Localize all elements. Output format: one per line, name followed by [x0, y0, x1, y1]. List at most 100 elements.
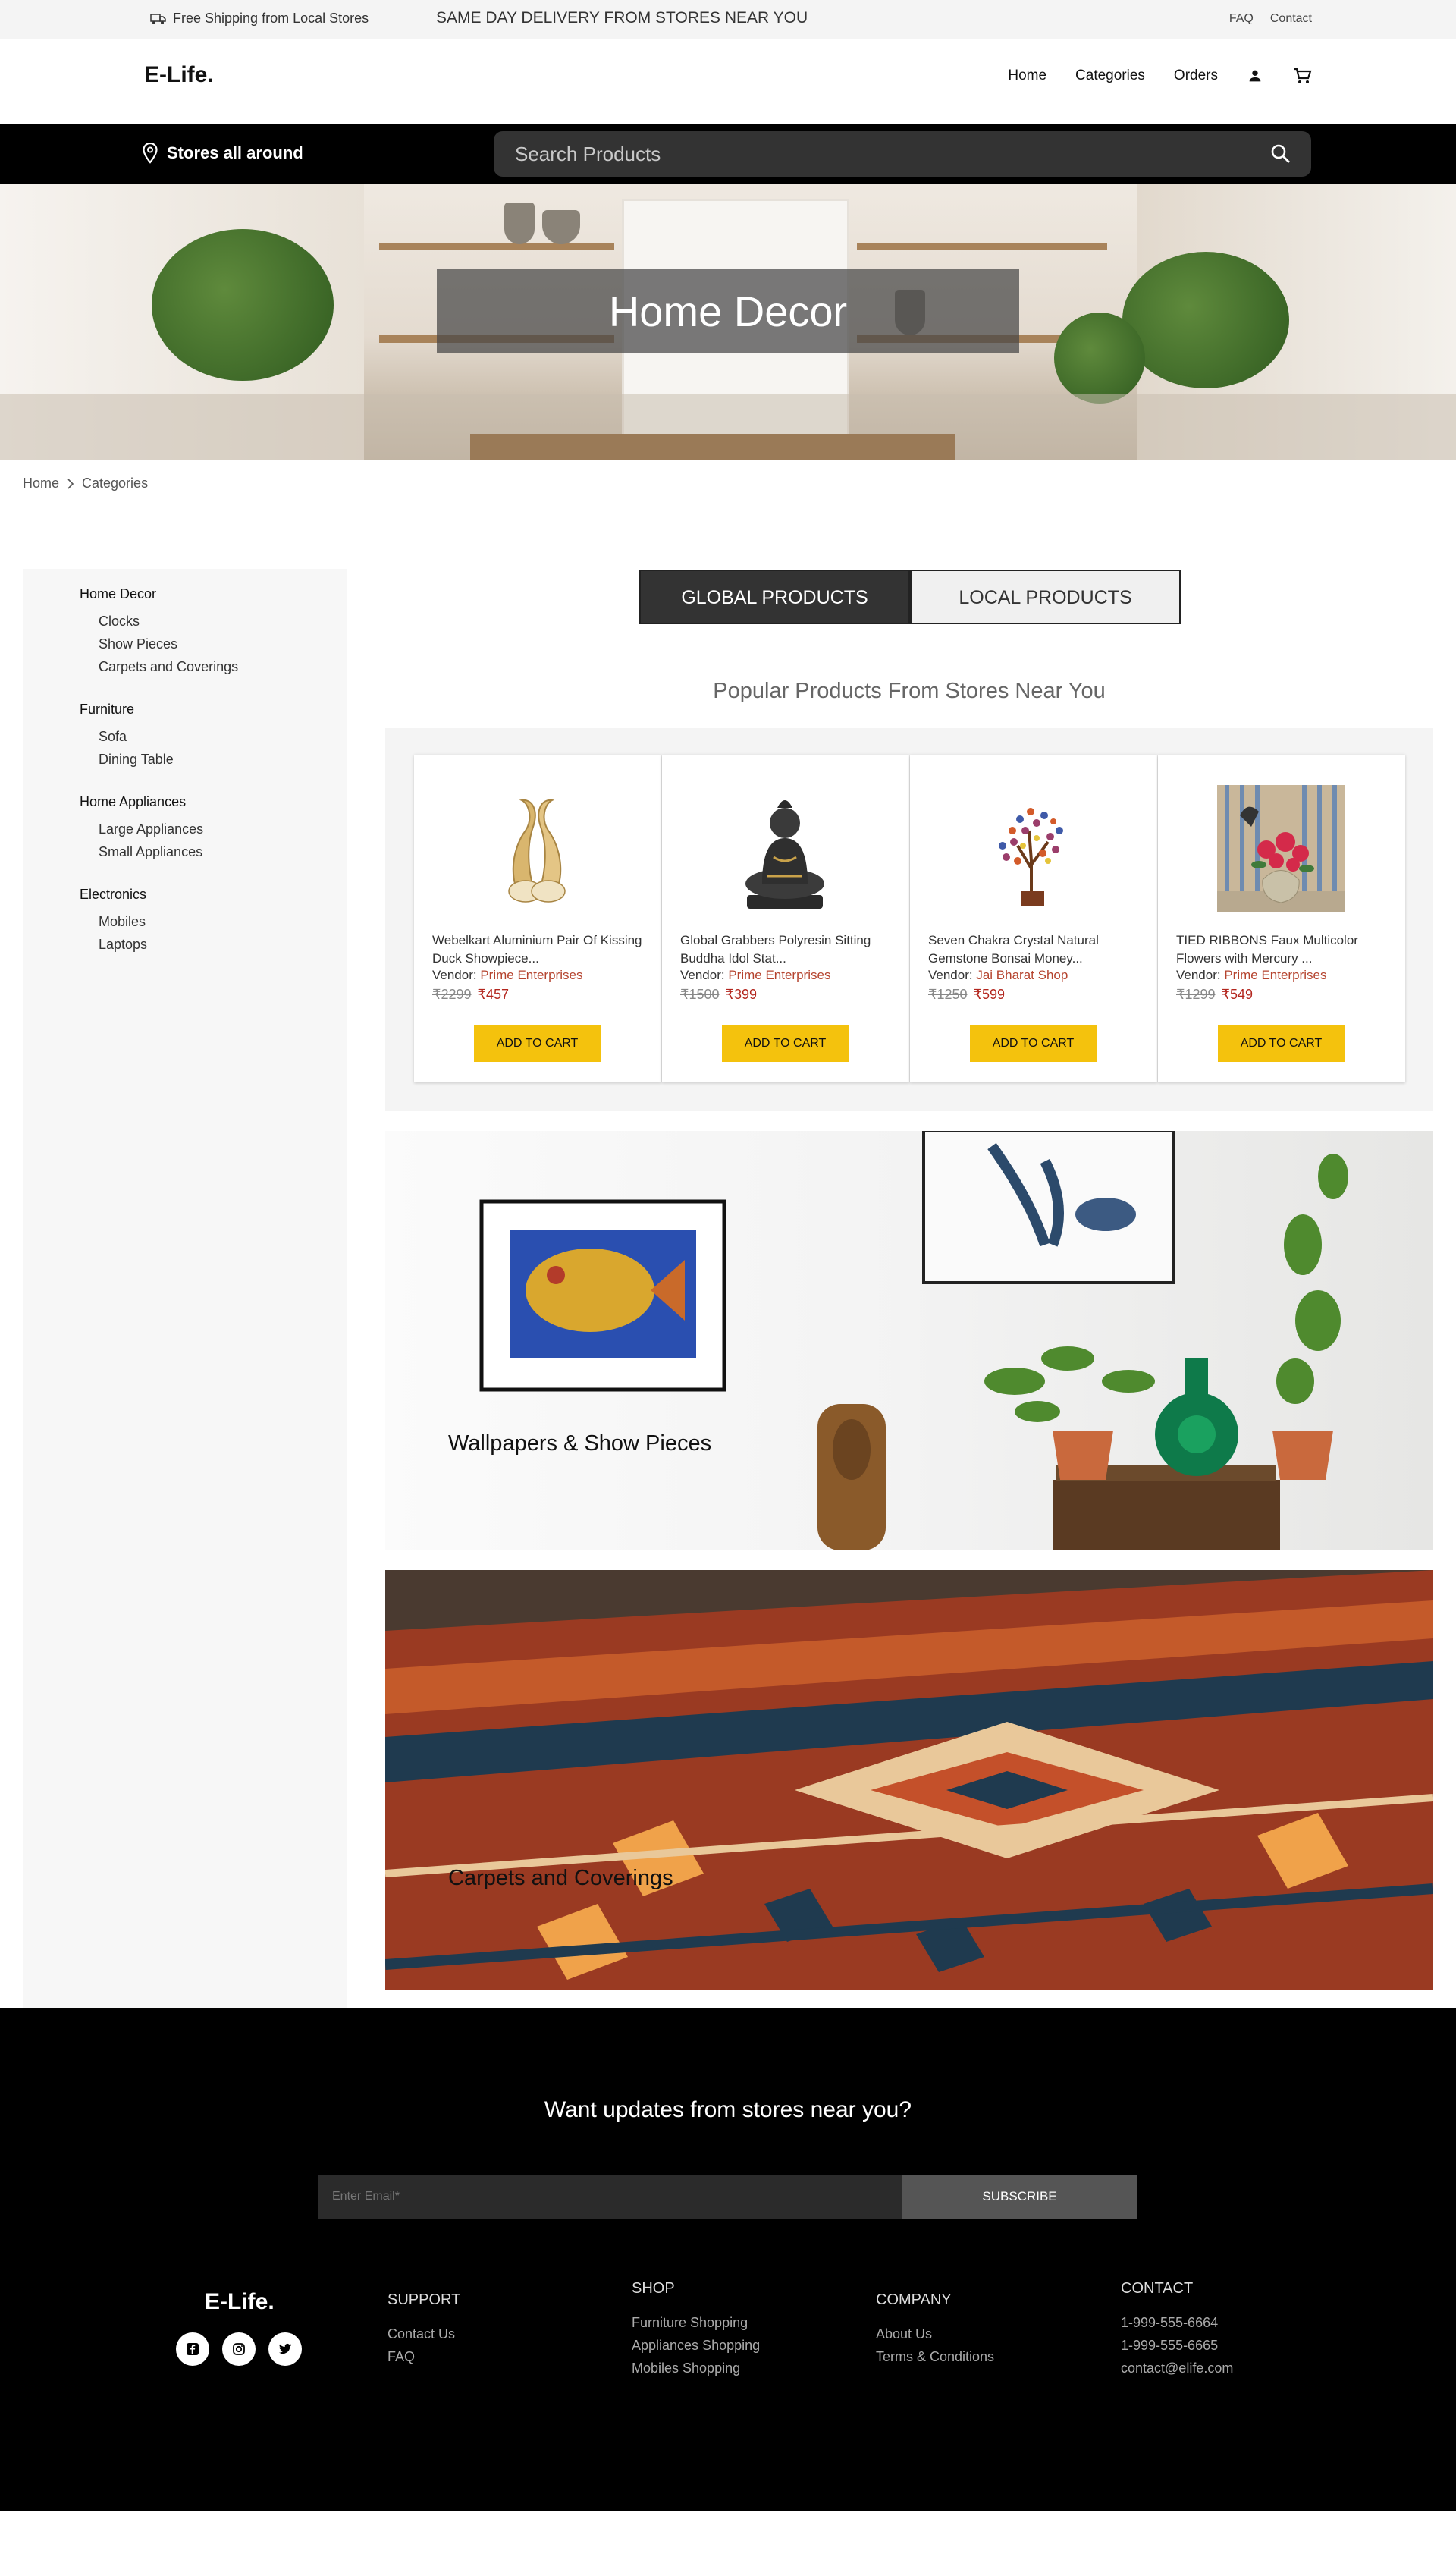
logo[interactable]: E-Life.: [144, 62, 214, 88]
bonsai-tree-icon[interactable]: [969, 785, 1097, 912]
sidebar-group-title[interactable]: Furniture: [80, 702, 174, 718]
search-input[interactable]: [515, 131, 1243, 177]
vendor-name[interactable]: Prime Enterprises: [480, 968, 582, 982]
main-nav: Home Categories Orders: [1008, 67, 1312, 85]
breadcrumb-categories[interactable]: Categories: [82, 476, 148, 492]
hero-banner: Home Decor: [0, 184, 1456, 460]
product-price: ₹1250 ₹599: [928, 987, 1005, 1003]
banner-label-carpets[interactable]: Carpets and Coverings: [448, 1866, 673, 1891]
footer-link-about-us[interactable]: About Us: [876, 2323, 994, 2345]
footer-link-mobiles[interactable]: Mobiles Shopping: [632, 2357, 760, 2379]
buddha-idol-icon[interactable]: [721, 785, 849, 912]
footer-logo[interactable]: E-Life.: [205, 2289, 275, 2315]
vendor-label: Vendor:: [1176, 968, 1221, 982]
category-banner-carpets[interactable]: Carpets and Coverings: [385, 1570, 1433, 1990]
footer-link-contact-us[interactable]: Contact Us: [388, 2323, 460, 2345]
sidebar-group-furniture: Furniture Sofa Dining Table: [80, 702, 174, 771]
vendor-name[interactable]: Prime Enterprises: [1224, 968, 1326, 982]
duck-showpiece-icon[interactable]: [473, 785, 601, 912]
sidebar-item-small-appliances[interactable]: Small Appliances: [99, 840, 203, 863]
user-icon[interactable]: [1247, 68, 1263, 84]
footer-phone-2: 1-999-555-6665: [1121, 2338, 1219, 2353]
footer-link-terms[interactable]: Terms & Conditions: [876, 2345, 994, 2368]
stores-all-around-label: Stores all around: [167, 143, 303, 162]
vendor-label: Vendor:: [432, 968, 477, 982]
sale-price: ₹599: [973, 987, 1005, 1002]
original-price: ₹1299: [1176, 987, 1216, 1002]
cart-icon[interactable]: [1292, 67, 1312, 85]
stores-all-around[interactable]: Stores all around: [143, 143, 303, 164]
product-card[interactable]: Webelkart Aluminium Pair Of Kissing Duck…: [414, 755, 661, 1082]
email-field[interactable]: [318, 2175, 902, 2219]
vendor-name[interactable]: Jai Bharat Shop: [976, 968, 1068, 982]
contact-link[interactable]: Contact: [1270, 12, 1312, 26]
category-sidebar: Home Decor Clocks Show Pieces Carpets an…: [23, 569, 347, 2008]
tab-local-products[interactable]: LOCAL PRODUCTS: [910, 570, 1181, 624]
footer-link-furniture[interactable]: Furniture Shopping: [632, 2311, 760, 2334]
facebook-icon[interactable]: [176, 2332, 209, 2366]
flower-vase-icon[interactable]: [1217, 785, 1345, 912]
product-card[interactable]: Seven Chakra Crystal Natural Gemstone Bo…: [910, 755, 1157, 1082]
top-info-bar: Free Shipping from Local Stores SAME DAY…: [0, 0, 1456, 39]
add-to-cart-button[interactable]: ADD TO CART: [970, 1025, 1097, 1062]
sidebar-item-large-appliances[interactable]: Large Appliances: [99, 818, 203, 840]
free-shipping-notice: Free Shipping from Local Stores: [150, 11, 369, 27]
product-card[interactable]: TIED RIBBONS Faux Multicolor Flowers wit…: [1158, 755, 1405, 1082]
footer-phone-1: 1-999-555-6664: [1121, 2315, 1219, 2330]
sidebar-item-mobiles[interactable]: Mobiles: [99, 910, 147, 933]
tab-global-products[interactable]: GLOBAL PRODUCTS: [639, 570, 910, 624]
sidebar-item-sofa[interactable]: Sofa: [99, 725, 174, 748]
footer-company: COMPANY About Us Terms & Conditions: [876, 2291, 994, 2368]
add-to-cart-button[interactable]: ADD TO CART: [474, 1025, 601, 1062]
carpet-scene-image: [385, 1570, 1433, 1990]
sidebar-group-title[interactable]: Home Decor: [80, 586, 238, 602]
footer-link-appliances[interactable]: Appliances Shopping: [632, 2334, 760, 2357]
breadcrumb: Home Categories: [23, 476, 148, 492]
location-pin-icon: [143, 143, 158, 164]
twitter-icon[interactable]: [268, 2332, 302, 2366]
sidebar-item-show-pieces[interactable]: Show Pieces: [99, 633, 238, 655]
nav-categories[interactable]: Categories: [1075, 68, 1145, 84]
sidebar-group-title[interactable]: Home Appliances: [80, 794, 203, 810]
product-name[interactable]: Global Grabbers Polyresin Sitting Buddha…: [680, 931, 896, 968]
sidebar-item-carpets[interactable]: Carpets and Coverings: [99, 655, 238, 678]
breadcrumb-home[interactable]: Home: [23, 476, 59, 492]
banner-label-wallpapers[interactable]: Wallpapers & Show Pieces: [448, 1431, 711, 1456]
product-name[interactable]: Webelkart Aluminium Pair Of Kissing Duck…: [432, 931, 648, 968]
add-to-cart-button[interactable]: ADD TO CART: [1218, 1025, 1345, 1062]
hero-plant: [1122, 252, 1289, 388]
product-card[interactable]: Global Grabbers Polyresin Sitting Buddha…: [662, 755, 909, 1082]
original-price: ₹1500: [680, 987, 720, 1002]
instagram-icon[interactable]: [222, 2332, 256, 2366]
footer-contact-title: CONTACT: [1121, 2280, 1194, 2297]
product-price: ₹2299 ₹457: [432, 987, 509, 1003]
hero-table: [470, 434, 956, 460]
product-name[interactable]: Seven Chakra Crystal Natural Gemstone Bo…: [928, 931, 1144, 968]
product-name[interactable]: TIED RIBBONS Faux Multicolor Flowers wit…: [1176, 931, 1392, 968]
vendor-name[interactable]: Prime Enterprises: [728, 968, 830, 982]
footer-company-title: COMPANY: [876, 2291, 952, 2308]
social-links: [176, 2332, 302, 2366]
nav-orders[interactable]: Orders: [1174, 68, 1218, 84]
category-banner-wallpapers[interactable]: Wallpapers & Show Pieces: [385, 1131, 1433, 1550]
add-to-cart-button[interactable]: ADD TO CART: [722, 1025, 849, 1062]
hero-shelf: [857, 243, 1107, 250]
footer-email[interactable]: contact@elife.com: [1121, 2357, 1233, 2379]
product-list: Webelkart Aluminium Pair Of Kissing Duck…: [385, 728, 1433, 1111]
sidebar-group-title[interactable]: Electronics: [80, 887, 147, 903]
nav-home[interactable]: Home: [1008, 68, 1046, 84]
sidebar-item-laptops[interactable]: Laptops: [99, 933, 147, 956]
search-icon[interactable]: [1270, 143, 1291, 168]
main-header: E-Life. Home Categories Orders: [0, 39, 1456, 124]
product-vendor: Vendor: Prime Enterprises: [680, 968, 830, 983]
sidebar-item-clocks[interactable]: Clocks: [99, 610, 238, 633]
footer-shop: SHOP Furniture Shopping Appliances Shopp…: [632, 2280, 760, 2379]
footer-contact: CONTACT 1-999-555-6664 1-999-555-6665 co…: [1121, 2280, 1233, 2379]
sidebar-group-home-decor: Home Decor Clocks Show Pieces Carpets an…: [80, 586, 238, 678]
subscribe-button[interactable]: SUBSCRIBE: [902, 2175, 1137, 2219]
faq-link[interactable]: FAQ: [1229, 12, 1254, 26]
hero-plant: [1054, 313, 1145, 404]
footer-link-faq[interactable]: FAQ: [388, 2345, 460, 2368]
sidebar-item-dining-table[interactable]: Dining Table: [99, 748, 174, 771]
hero-vase: [504, 203, 535, 244]
